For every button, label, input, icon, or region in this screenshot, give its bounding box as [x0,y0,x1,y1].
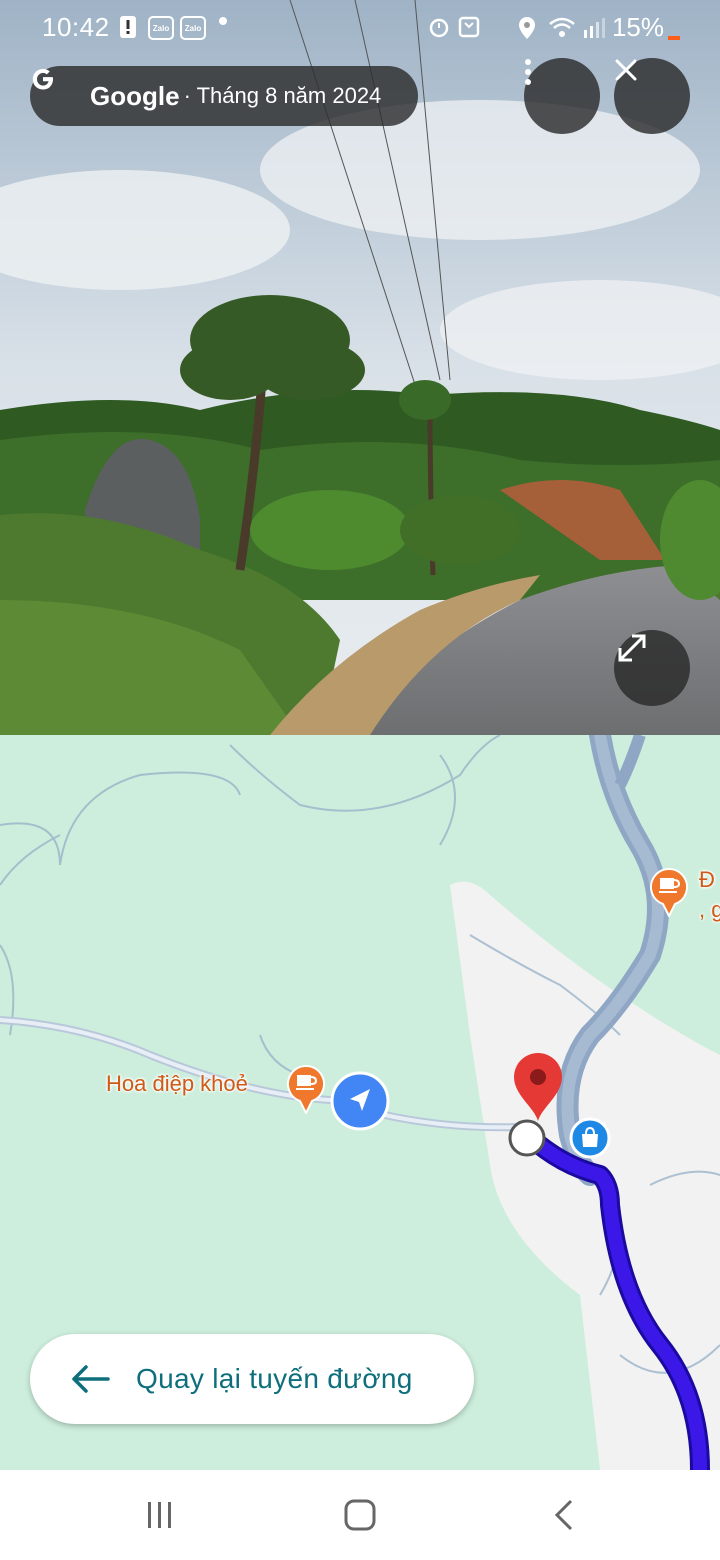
back-nav-button[interactable] [534,1492,594,1538]
poi-label[interactable]: Đ , g [699,865,720,925]
status-bar: 10:42 Zalo Zalo 15% [0,0,720,56]
shopping-bag-icon[interactable] [568,1116,612,1160]
expand-button[interactable] [614,630,690,706]
battery-icon [668,36,680,40]
recents-icon [148,1502,171,1528]
home-icon [344,1499,376,1531]
arrow-left-icon [72,1365,110,1393]
cafe-icon[interactable] [649,865,689,917]
back-icon [554,1499,573,1531]
imagery-info-chip[interactable]: Google · Tháng 8 năm 2024 [30,66,418,126]
navigation-arrow-icon[interactable] [330,1071,390,1131]
home-button[interactable] [330,1492,390,1538]
system-nav-bar [0,1470,720,1560]
battery-level: 15% [611,12,664,42]
poi-label[interactable]: Hoa điệp khoẻ [106,1071,248,1097]
imagery-date: · Tháng 8 năm 2024 [183,83,382,108]
status-time: 10:42 [42,12,110,42]
cafe-icon[interactable] [286,1062,326,1114]
expand-icon [618,634,646,662]
more-vertical-icon [525,59,531,85]
back-to-route-label: Quay lại tuyến đường [136,1363,413,1394]
recents-button[interactable] [130,1492,190,1538]
start-point-icon [508,1119,546,1157]
close-button[interactable] [614,58,690,134]
street-view-panorama[interactable]: 10:42 Zalo Zalo 15% Google · Tháng 8 năm… [0,0,720,735]
zalo-icon: Zalo [180,16,206,40]
imagery-provider: Google [90,80,180,111]
more-options-button[interactable] [524,58,600,134]
red-pin-icon[interactable] [512,1051,564,1123]
zalo-icon: Zalo [148,16,174,40]
close-icon [615,59,637,81]
back-to-route-button[interactable]: Quay lại tuyến đường [30,1334,474,1424]
